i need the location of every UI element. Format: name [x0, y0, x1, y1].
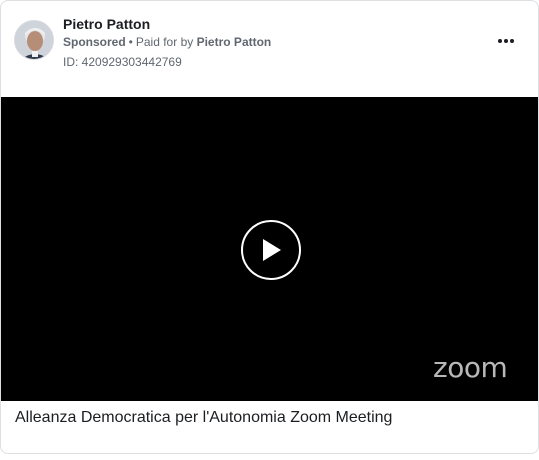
- paid-for-prefix: Paid for by: [135, 35, 194, 49]
- more-horizontal-icon-dot: [510, 39, 514, 43]
- play-icon: [263, 239, 281, 261]
- play-button[interactable]: [241, 220, 301, 280]
- ad-id: ID: 420929303442769: [63, 55, 182, 69]
- paid-for-name[interactable]: Pietro Patton: [197, 35, 272, 49]
- ad-card: Pietro Patton Sponsored • Paid for by Piet…: [0, 0, 539, 454]
- post-header: Pietro Patton Sponsored • Paid for by Piet…: [1, 1, 538, 97]
- video-player[interactable]: zoom: [1, 97, 538, 401]
- video-caption[interactable]: Alleanza Democratica per l'Autonomia Zoo…: [15, 409, 392, 427]
- separator-dot: •: [128, 35, 133, 49]
- zoom-watermark: zoom: [433, 351, 508, 384]
- avatar[interactable]: [14, 20, 54, 60]
- more-horizontal-icon-dot: [504, 39, 508, 43]
- more-options-button[interactable]: [494, 31, 518, 51]
- sponsored-label: Sponsored: [63, 35, 126, 49]
- more-horizontal-icon: [498, 39, 502, 43]
- author-name[interactable]: Pietro Patton: [63, 16, 150, 32]
- avatar-image: [15, 21, 53, 59]
- sponsored-line: Sponsored • Paid for by Pietro Patton: [63, 35, 271, 49]
